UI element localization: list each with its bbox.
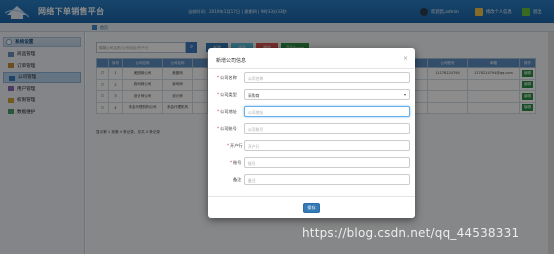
watermark: https://blog.csdn.net/qq_44538331 [302,226,520,240]
chevron-down-icon [404,94,406,96]
field-account-number: * 账号 账号 [208,157,415,168]
field-company-account: * 公司账号 公司账号 [208,123,415,134]
close-icon[interactable]: × [403,55,408,62]
required-star: * [217,126,220,131]
field-label: 公司名称 [220,75,237,80]
field-label: 公司账号 [220,126,237,131]
required-star: * [217,92,220,97]
divider [208,196,415,197]
account-number-input[interactable]: 账号 [244,157,410,168]
field-company-type: * 公司类型 采购商 [208,89,415,100]
remarks-input[interactable]: 备注 [244,174,410,185]
dialog-title: 新增公司信息 [216,58,247,64]
company-account-input[interactable]: 公司账号 [244,123,410,134]
field-bank: * 开户行 开户行 [208,140,415,151]
bank-input[interactable]: 开户行 [244,140,410,151]
required-star: * [227,143,230,148]
required-star: * [217,75,220,80]
select-value: 采购商 [248,93,260,98]
field-label: 公司类型 [220,92,237,97]
add-company-dialog: 新增公司信息 × * 公司名称 公司名称 * 公司类型 采购商 * 公司地址 公… [208,48,415,218]
field-company-name: * 公司名称 公司名称 [208,72,415,83]
required-star: * [230,160,233,165]
company-name-input[interactable]: 公司名称 [244,72,410,83]
field-label: 账号 [233,160,242,165]
field-label: 备注 [233,177,242,182]
save-button[interactable]: 保存 [303,203,320,213]
required-star: * [217,109,220,114]
company-address-input[interactable]: 公司地址 [244,106,410,117]
field-company-address: * 公司地址 公司地址 [208,106,415,117]
field-remarks: 备注 备注 [208,174,415,185]
company-type-select[interactable]: 采购商 [244,89,410,100]
field-label: 开户行 [230,143,243,148]
divider [208,68,415,69]
field-label: 公司地址 [220,109,237,114]
